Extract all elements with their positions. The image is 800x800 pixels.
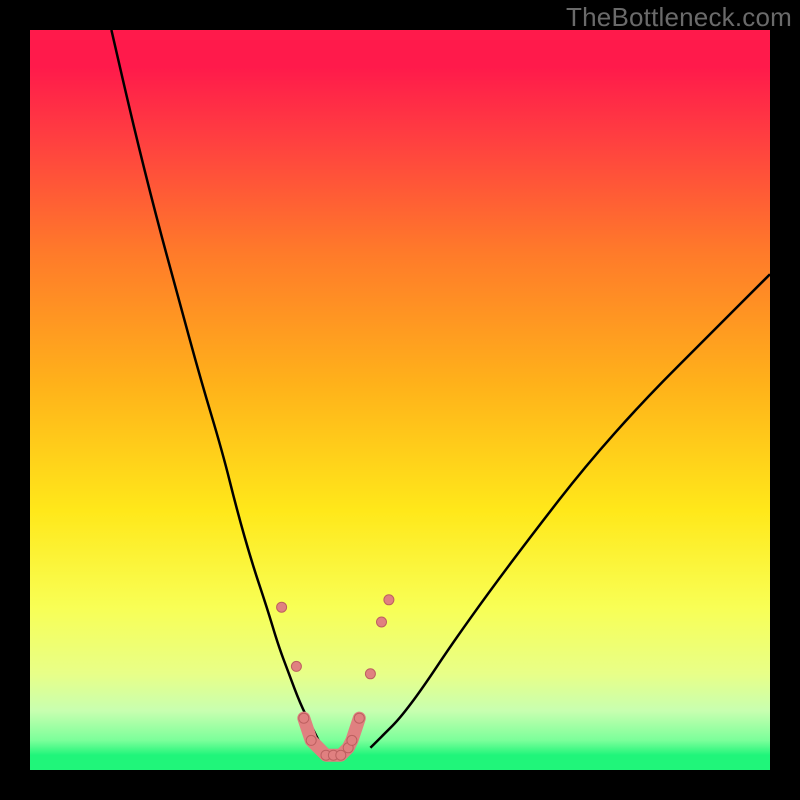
watermark-text: TheBottleneck.com [566, 2, 792, 33]
chart-canvas: TheBottleneck.com [0, 0, 800, 800]
chart-plot-area [30, 30, 770, 770]
